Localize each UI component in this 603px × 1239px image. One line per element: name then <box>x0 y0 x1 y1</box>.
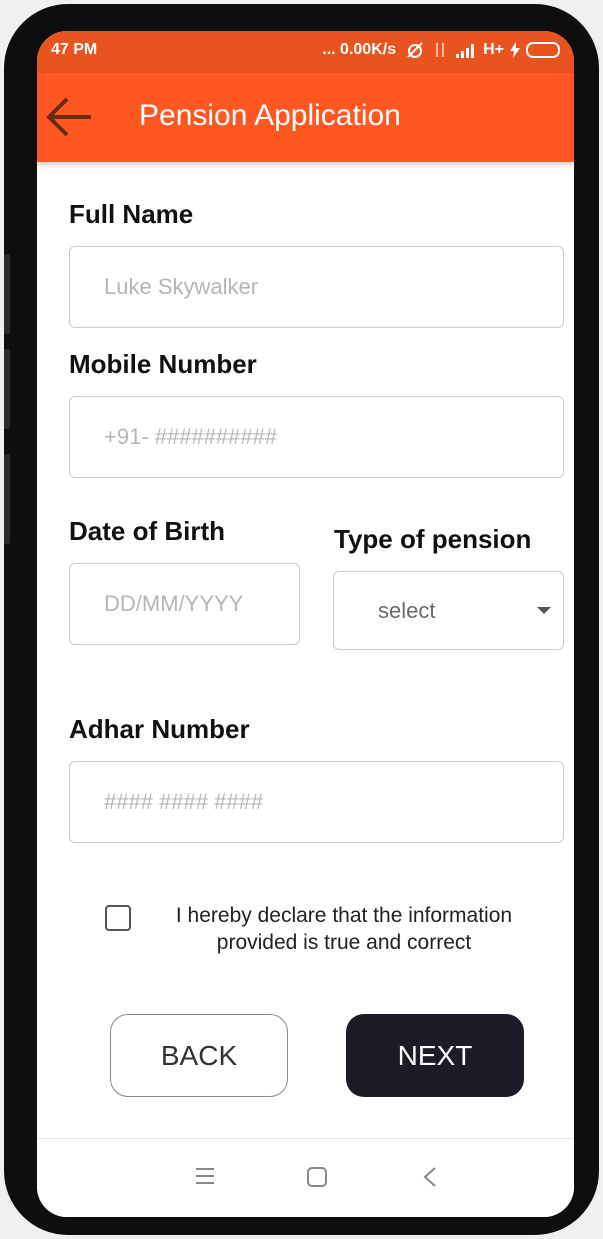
next-button-label: NEXT <box>397 1039 473 1071</box>
status-indicators: ... 0.00K/s H+ <box>322 41 560 59</box>
screen: 47 PM ... 0.00K/s H+ Pension Application… <box>37 31 574 1217</box>
network-type: H+ <box>483 41 504 58</box>
pension-type-label: Type of pension <box>334 524 532 554</box>
date-of-birth-input[interactable]: DD/MM/YYYY <box>69 563 300 645</box>
declaration-text: I hereby declare that the information pr… <box>175 904 513 954</box>
mobile-number-label: Mobile Number <box>69 349 257 379</box>
app-bar: Pension Application <box>37 73 574 162</box>
adhar-number-label: Adhar Number <box>69 714 250 744</box>
next-button[interactable]: NEXT <box>346 1014 524 1097</box>
status-time: 47 PM <box>51 41 98 58</box>
menu-icon[interactable] <box>195 1167 215 1185</box>
page-title: Pension Application <box>139 99 401 132</box>
mobile-number-input[interactable]: +91- ########## <box>69 396 564 478</box>
back-button[interactable]: BACK <box>110 1014 288 1097</box>
home-square-icon[interactable] <box>307 1167 327 1187</box>
alarm-off-icon <box>407 42 423 58</box>
pension-type-value: select <box>378 597 436 623</box>
volume-up-button <box>4 254 10 334</box>
network-speed: ... 0.00K/s <box>322 41 397 58</box>
full-name-label: Full Name <box>69 199 194 229</box>
declaration-checkbox[interactable] <box>105 905 131 931</box>
phone-frame: 47 PM ... 0.00K/s H+ Pension Application… <box>4 4 599 1235</box>
arrow-left-icon[interactable] <box>45 96 93 138</box>
back-chevron-icon[interactable] <box>423 1167 437 1187</box>
power-button <box>4 454 10 544</box>
system-nav-bar <box>37 1139 574 1217</box>
date-of-birth-label: Date of Birth <box>69 516 225 546</box>
adhar-number-input[interactable]: #### #### #### <box>69 761 564 843</box>
chevron-down-icon <box>537 607 551 614</box>
pension-type-select[interactable]: select <box>333 571 564 650</box>
charging-bolt-icon <box>510 42 520 58</box>
status-bar: 47 PM ... 0.00K/s H+ <box>37 31 574 73</box>
battery-icon <box>526 42 560 58</box>
full-name-input[interactable]: Luke Skywalker <box>69 246 564 328</box>
data-transfer-icon <box>436 43 445 57</box>
back-button-label: BACK <box>160 1039 238 1071</box>
signal-icon <box>456 44 475 58</box>
volume-down-button <box>4 349 10 429</box>
